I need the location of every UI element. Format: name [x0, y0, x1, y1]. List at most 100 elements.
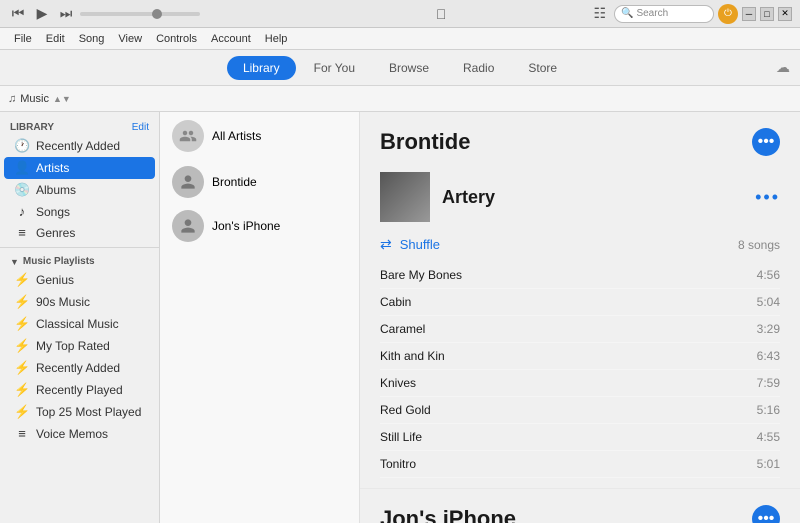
edit-button[interactable]: Edit: [132, 122, 149, 133]
sidebar-item-top-25[interactable]: ⚡ Top 25 Most Played: [4, 401, 155, 423]
song-duration: 6:43: [757, 349, 780, 363]
album-more-button[interactable]: •••: [755, 187, 780, 208]
song-row-1[interactable]: Cabin 5:04: [380, 289, 780, 316]
progress-bar[interactable]: [80, 12, 200, 16]
icloud-icon[interactable]: ☁: [776, 59, 790, 76]
menu-edit[interactable]: Edit: [40, 31, 71, 47]
playlists-chevron-icon: ▼: [10, 257, 19, 267]
album-art-image: [380, 172, 430, 222]
sidebar-item-label: Recently Added: [36, 361, 120, 375]
sidebar-item-recently-added[interactable]: 🕐 Recently Added: [4, 135, 155, 157]
sidebar-item-label: Voice Memos: [36, 427, 108, 441]
song-name: Caramel: [380, 322, 425, 336]
song-row-5[interactable]: Red Gold 5:16: [380, 397, 780, 424]
voice-memos-icon: ≡: [14, 426, 30, 441]
song-row-3[interactable]: Kith and Kin 6:43: [380, 343, 780, 370]
song-row-2[interactable]: Caramel 3:29: [380, 316, 780, 343]
brontide-label: Brontide: [212, 175, 257, 189]
tab-library[interactable]: Library: [227, 56, 296, 80]
close-button[interactable]: ✕: [778, 7, 792, 21]
song-name: Tonitro: [380, 457, 416, 471]
tab-browse[interactable]: Browse: [373, 56, 445, 80]
artist-item-jons-iphone[interactable]: Jon's iPhone: [160, 204, 359, 248]
sidebar-item-label: Recently Added: [36, 139, 120, 153]
brontide-title: Brontide: [380, 129, 470, 155]
library-section-title: Library: [10, 122, 54, 133]
song-name: Cabin: [380, 295, 411, 309]
song-duration: 3:29: [757, 322, 780, 336]
artists-icon: 👤: [14, 160, 30, 176]
menu-help[interactable]: Help: [259, 31, 294, 47]
song-duration: 5:04: [757, 295, 780, 309]
genius-icon: ⚡: [14, 272, 30, 288]
sidebar-item-songs[interactable]: ♪ Songs: [4, 201, 155, 222]
tab-radio[interactable]: Radio: [447, 56, 510, 80]
fast-forward-button[interactable]: ⏭: [56, 6, 76, 22]
song-row-6[interactable]: Still Life 4:55: [380, 424, 780, 451]
artist-item-brontide[interactable]: Brontide: [160, 160, 359, 204]
maximize-button[interactable]: □: [760, 7, 774, 21]
jons-iphone-thumb: [172, 210, 204, 242]
sidebar-item-90s-music[interactable]: ⚡ 90s Music: [4, 291, 155, 313]
sidebar-item-classical[interactable]: ⚡ Classical Music: [4, 313, 155, 335]
menu-file[interactable]: File: [8, 31, 38, 47]
minimize-button[interactable]: ─: [742, 7, 756, 21]
song-name: Still Life: [380, 430, 422, 444]
song-row-0[interactable]: Bare My Bones 4:56: [380, 262, 780, 289]
all-artists-icon: [172, 120, 204, 152]
songs-icon: ♪: [14, 204, 30, 219]
play-button[interactable]: ▶: [32, 6, 52, 22]
sidebar-item-label: Classical Music: [36, 317, 119, 331]
menu-view[interactable]: View: [112, 31, 148, 47]
menu-song[interactable]: Song: [73, 31, 111, 47]
sidebar-item-genres[interactable]: ≡ Genres: [4, 222, 155, 243]
nav-bar: Library For You Browse Radio Store ☁: [0, 50, 800, 86]
song-count: 8 songs: [738, 238, 780, 252]
source-label[interactable]: Music: [20, 93, 49, 105]
iphone-header: Jon's iPhone •••: [360, 488, 800, 523]
source-chevron-icon: ▲▼: [53, 94, 71, 104]
iphone-title: Jon's iPhone: [380, 506, 516, 523]
brontide-more-button[interactable]: •••: [752, 128, 780, 156]
brontide-thumb: [172, 166, 204, 198]
artist-list: All Artists Brontide Jon's iPhone: [160, 112, 360, 523]
recently-added-pl-icon: ⚡: [14, 360, 30, 376]
list-icon[interactable]: ☷: [589, 3, 610, 24]
jons-iphone-label: Jon's iPhone: [212, 219, 280, 233]
song-row-4[interactable]: Knives 7:59: [380, 370, 780, 397]
tab-for-you[interactable]: For You: [298, 56, 371, 80]
album-info: Artery •••: [380, 172, 780, 222]
sidebar-item-label: Genres: [36, 226, 75, 240]
song-duration: 5:16: [757, 403, 780, 417]
sidebar-item-my-top-rated[interactable]: ⚡ My Top Rated: [4, 335, 155, 357]
tab-store[interactable]: Store: [512, 56, 573, 80]
shuffle-button[interactable]: Shuffle: [400, 237, 730, 252]
sidebar-item-albums[interactable]: 💿 Albums: [4, 179, 155, 201]
song-row-7[interactable]: Tonitro 5:01: [380, 451, 780, 478]
rewind-button[interactable]: ⏮: [8, 6, 28, 22]
search-placeholder: Search: [636, 8, 668, 19]
menu-bar: File Edit Song View Controls Account Hel…: [0, 28, 800, 50]
sidebar-item-voice-memos[interactable]: ≡ Voice Memos: [4, 423, 155, 444]
search-box[interactable]: 🔍 Search: [614, 5, 714, 23]
search-icon: 🔍: [621, 8, 633, 19]
playlists-section[interactable]: ▼ Music Playlists: [0, 252, 159, 269]
menu-account[interactable]: Account: [205, 31, 257, 47]
song-name: Kith and Kin: [380, 349, 445, 363]
sidebar-item-genius[interactable]: ⚡ Genius: [4, 269, 155, 291]
sidebar-item-label: Songs: [36, 205, 70, 219]
power-button[interactable]: ⏻: [718, 4, 738, 24]
top-rated-icon: ⚡: [14, 338, 30, 354]
title-bar: ⏮ ▶ ⏭  ☷ 🔍 Search ⏻ ─ □ ✕: [0, 0, 800, 28]
library-section-header: Library Edit: [0, 118, 159, 135]
sidebar-item-recently-played[interactable]: ⚡ Recently Played: [4, 379, 155, 401]
sidebar-item-recently-added-pl[interactable]: ⚡ Recently Added: [4, 357, 155, 379]
iphone-more-button[interactable]: •••: [752, 505, 780, 523]
all-artists-item[interactable]: All Artists: [160, 112, 359, 160]
all-artists-label: All Artists: [212, 129, 261, 143]
main-inner: All Artists Brontide Jon's iPhone Bronti…: [160, 112, 800, 523]
sidebar-item-artists[interactable]: 👤 Artists: [4, 157, 155, 179]
sidebar-item-label: Recently Played: [36, 383, 123, 397]
recently-added-icon: 🕐: [14, 138, 30, 154]
menu-controls[interactable]: Controls: [150, 31, 203, 47]
